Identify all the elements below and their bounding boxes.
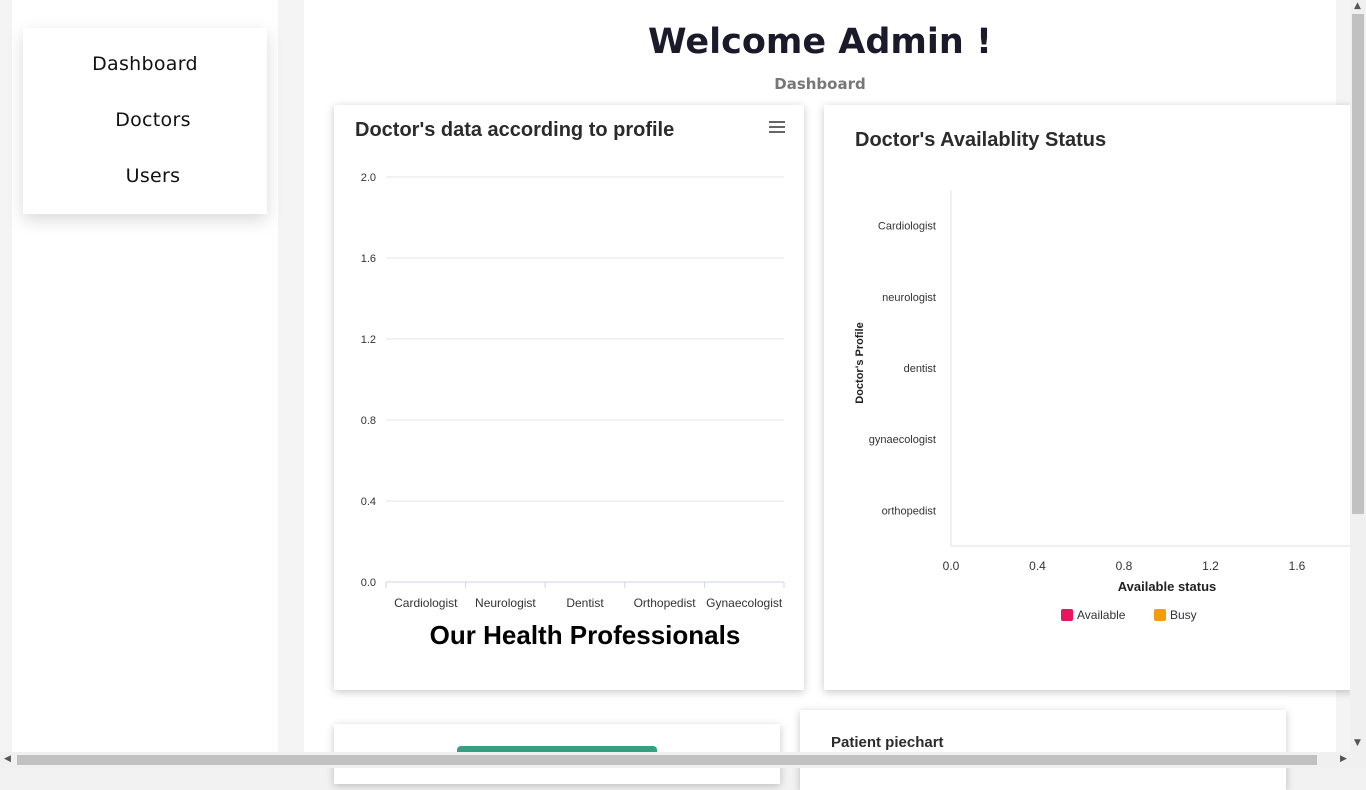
scroll-up-arrow-icon[interactable]: ▲ (1354, 1, 1361, 11)
x-axis-title: Available status (1118, 579, 1217, 594)
y-tick-label: gynaecologist (869, 434, 936, 446)
availability-bar-chart: Cardiologist neurologist dentist gynaecolog… (854, 190, 1350, 622)
y-tick-label: 0.4 (361, 496, 376, 508)
scroll-left-arrow-icon[interactable]: ◀ (4, 754, 11, 764)
y-tick-label: neurologist (882, 292, 936, 304)
x-tick-label: Gynaecologist (706, 596, 783, 610)
y-tick-label: Cardiologist (878, 221, 936, 233)
x-tick-label: 0.8 (1116, 559, 1133, 573)
sidebar-item-dashboard[interactable]: Dashboard (23, 53, 267, 75)
health-professionals-heading: Our Health Professionals (429, 620, 741, 650)
x-tick-label: 1.2 (1202, 559, 1219, 573)
sidebar-item-users[interactable]: Users (31, 165, 275, 187)
y-tick-label: dentist (904, 363, 936, 375)
x-tick-label: Dentist (566, 596, 604, 610)
horizontal-scrollbar[interactable]: ◀ ▶ (0, 752, 1366, 768)
y-axis-title: Doctor's Profile (854, 322, 866, 403)
scroll-right-arrow-icon[interactable]: ▶ (1340, 754, 1347, 764)
x-tick-label: Orthopedist (634, 596, 697, 610)
page-title: Welcome Admin ! (648, 22, 992, 62)
page-subtitle: Dashboard (774, 75, 866, 93)
y-tick-label: 1.6 (361, 253, 376, 265)
sidebar-nav: Dashboard Doctors Users (23, 28, 267, 214)
y-tick-label: orthopedist (882, 505, 936, 517)
scroll-down-arrow-icon[interactable]: ▼ (1354, 738, 1361, 748)
vertical-scrollbar-thumb[interactable] (1352, 14, 1364, 514)
legend-label: Available (1077, 608, 1126, 622)
y-tick-label: 0.8 (361, 415, 376, 427)
legend-swatch (1061, 609, 1073, 621)
vertical-scrollbar[interactable]: ▲ ▼ (1350, 0, 1366, 752)
horizontal-scrollbar-thumb[interactable] (17, 755, 1317, 765)
y-tick-label: 2.0 (361, 172, 376, 184)
x-tick-label: 1.6 (1289, 559, 1306, 573)
legend-label: Busy (1170, 608, 1197, 622)
doctor-profile-bar-chart: 2.0 1.6 1.2 0.8 0.4 0.0 Cardiologist Neurologis… (361, 172, 785, 610)
sidebar-item-doctors[interactable]: Doctors (31, 109, 275, 131)
legend-swatch (1154, 609, 1166, 621)
y-tick-label: 1.2 (361, 334, 376, 346)
patient-piechart-title: Patient piechart (831, 734, 944, 751)
x-tick-label: Cardiologist (394, 596, 458, 610)
y-tick-label: 0.0 (361, 577, 376, 589)
x-tick-label: 0.4 (1029, 559, 1046, 573)
x-tick-label: Neurologist (475, 596, 536, 610)
x-tick-label: 0.0 (943, 559, 960, 573)
